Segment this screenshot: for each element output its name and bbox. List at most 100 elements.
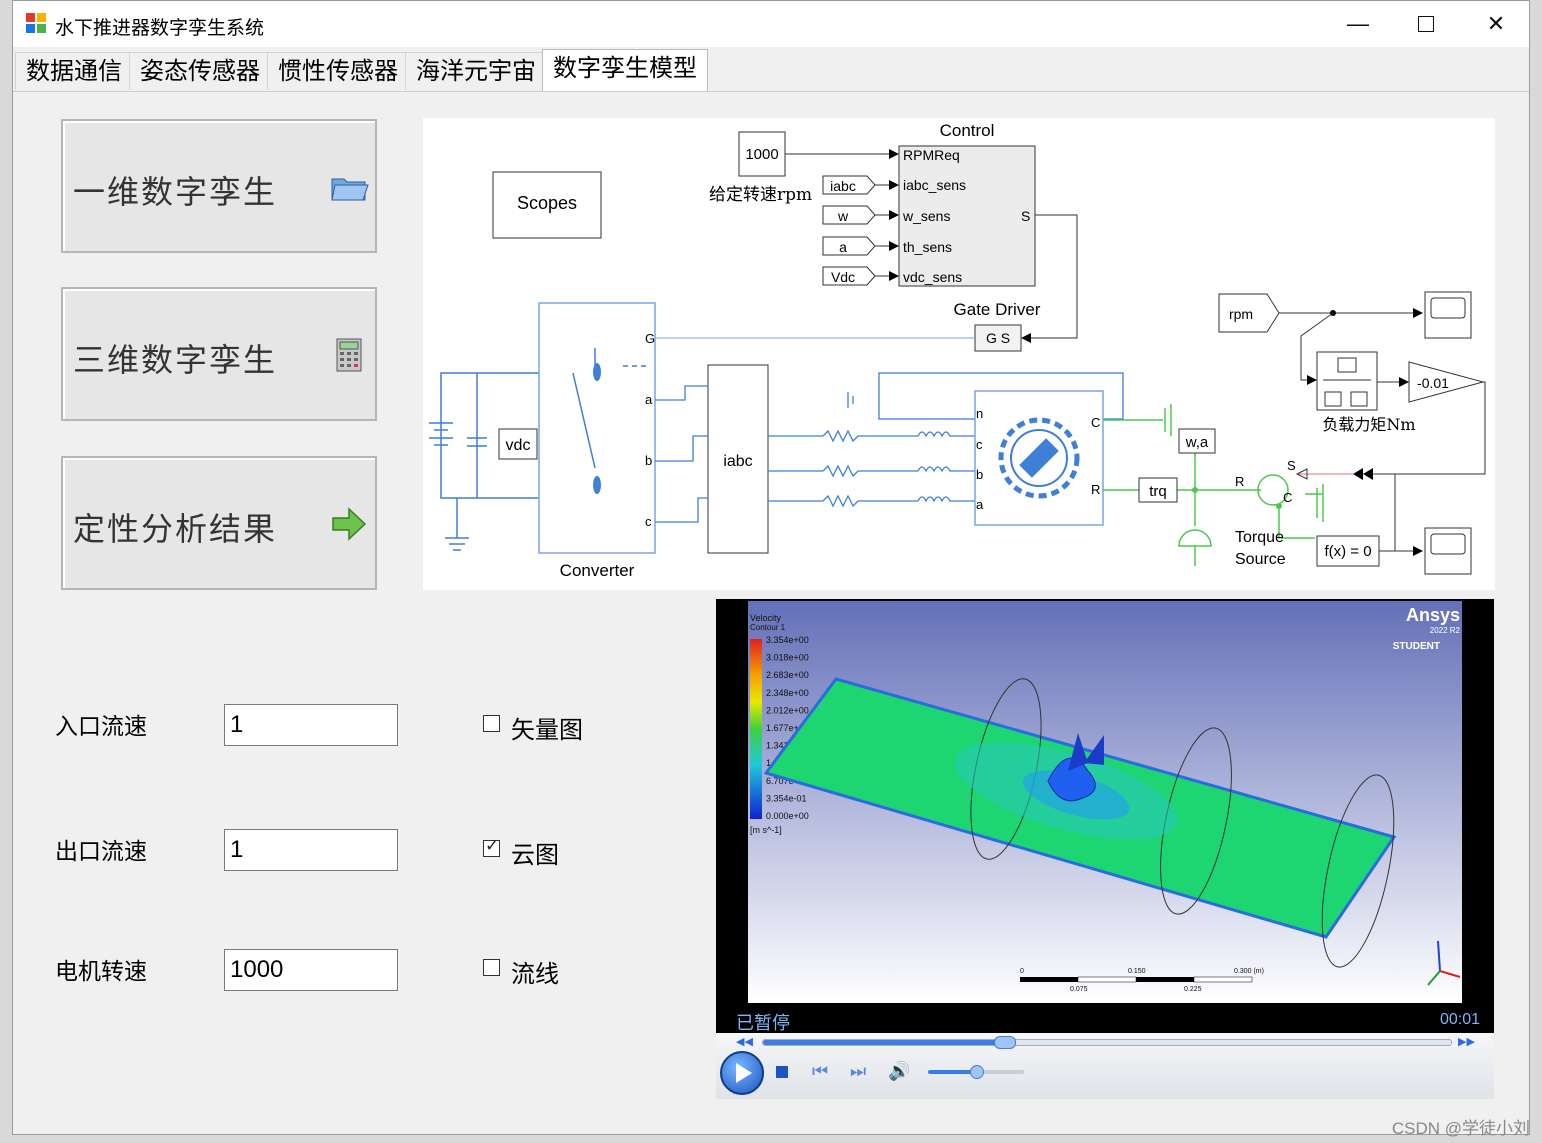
lookup-table-block[interactable] bbox=[1316, 351, 1378, 411]
previous-icon: ⏮ bbox=[812, 1061, 829, 1081]
converter-block[interactable] bbox=[538, 302, 656, 554]
stop-button[interactable] bbox=[776, 1066, 788, 1078]
gain-value: -0.01 bbox=[1417, 375, 1449, 391]
ansys-edition: STUDENT bbox=[1393, 641, 1440, 652]
dc-source bbox=[429, 372, 539, 551]
next-button[interactable]: ⏭ bbox=[850, 1061, 866, 1082]
tab-strip: 数据通信 姿态传感器 惯性传感器 海洋元宇宙 数字孪生模型 bbox=[13, 47, 1529, 92]
port-iabc-sens: iabc_sens bbox=[903, 177, 966, 193]
player-status: 已暂停 bbox=[736, 1013, 790, 1033]
contour-plot-label: 云图 bbox=[511, 842, 559, 869]
play-button[interactable] bbox=[720, 1051, 764, 1095]
vector-plot-checkbox[interactable] bbox=[483, 715, 500, 732]
legend-colorbar bbox=[750, 639, 762, 819]
tag-w: w bbox=[837, 208, 849, 224]
tab-ocean-metaverse[interactable]: 海洋元宇宙 bbox=[405, 52, 547, 90]
scopes-label: Scopes bbox=[517, 193, 577, 213]
torque-port-r: R bbox=[1235, 474, 1244, 489]
button-label: 一维数字孪生 bbox=[73, 173, 278, 211]
gate-driver-ports: G S bbox=[986, 330, 1010, 346]
tab-attitude-sensor[interactable]: 姿态传感器 bbox=[129, 52, 271, 90]
legend-value: 3.354e-01 bbox=[766, 793, 807, 803]
three-d-digital-twin-button[interactable]: 三维数字孪生 bbox=[61, 287, 377, 421]
tab-digital-twin-model[interactable]: 数字孪生模型 bbox=[542, 49, 708, 91]
legend-value: 2.683e+00 bbox=[766, 670, 809, 680]
motor-port-b: b bbox=[976, 467, 983, 482]
seek-forward-icon[interactable]: ▶▶ bbox=[1458, 1035, 1475, 1048]
legend-unit: [m s^-1] bbox=[750, 825, 782, 835]
volume-slider[interactable] bbox=[928, 1065, 1024, 1079]
scale-tick-1: 0.150 bbox=[1128, 968, 1146, 975]
converter-port-a: a bbox=[645, 392, 653, 407]
seek-progress bbox=[763, 1040, 1004, 1045]
legend-title: Velocity bbox=[750, 613, 782, 623]
converter-port-g: G bbox=[645, 331, 655, 346]
volume-thumb[interactable] bbox=[970, 1065, 984, 1079]
converter-port-c: c bbox=[645, 514, 652, 529]
outlet-velocity-input[interactable]: 1 bbox=[224, 829, 398, 871]
player-status-bar bbox=[716, 1003, 1494, 1033]
next-icon: ⏭ bbox=[850, 1061, 867, 1081]
ansys-version: 2022 R2 bbox=[1430, 626, 1461, 635]
player-time: 00:01 bbox=[1439, 1011, 1480, 1028]
motor-port-c: c bbox=[976, 437, 983, 452]
motor-speed-label: 电机转速 bbox=[55, 958, 147, 984]
scale-bar bbox=[1020, 976, 1253, 983]
torque-source-label-1: Torque bbox=[1235, 529, 1284, 546]
tab-inertial-sensor[interactable]: 惯性传感器 bbox=[267, 52, 409, 90]
gate-driver-title: Gate Driver bbox=[954, 300, 1041, 319]
motor-port-r-out: R bbox=[1091, 482, 1100, 497]
app-window: 水下推进器数字孪生系统 — ✕ 数据通信 姿态传感器 惯性传感器 海洋元宇宙 数… bbox=[12, 0, 1530, 1135]
torque-port-s: S bbox=[1287, 458, 1296, 473]
speaker-icon: 🔊 bbox=[888, 1061, 911, 1081]
previous-button[interactable]: ⏮ bbox=[812, 1061, 828, 1082]
cfd-video-frame[interactable]: Velocity Contour 1 3.354e+00 3.018e+00 2.6… bbox=[748, 601, 1462, 1003]
seek-slider[interactable] bbox=[762, 1036, 1452, 1049]
legend-value: 0.000e+00 bbox=[766, 811, 809, 821]
contour-plot-checkbox[interactable] bbox=[483, 836, 500, 857]
port-rpmreq: RPMReq bbox=[903, 147, 960, 163]
scale-tick-4: 0.225 bbox=[1184, 986, 1202, 993]
seek-back-icon[interactable]: ◀◀ bbox=[736, 1035, 753, 1048]
volume-button[interactable]: 🔊 bbox=[888, 1061, 910, 1082]
solver-label: f(x) = 0 bbox=[1324, 543, 1371, 560]
streamline-label: 流线 bbox=[511, 961, 559, 988]
ansys-logo: Ansys bbox=[1406, 605, 1460, 625]
close-button[interactable]: ✕ bbox=[1461, 1, 1531, 47]
qualitative-analysis-button[interactable]: 定性分析结果 bbox=[61, 456, 377, 590]
title-bar[interactable]: 水下推进器数字孪生系统 — ✕ bbox=[13, 1, 1529, 47]
converter-port-b: b bbox=[645, 453, 652, 468]
motor-speed-input[interactable]: 1000 bbox=[224, 949, 398, 991]
streamline-checkbox[interactable] bbox=[483, 959, 500, 976]
one-d-digital-twin-button[interactable]: 一维数字孪生 bbox=[61, 119, 377, 253]
minimize-button[interactable]: — bbox=[1323, 1, 1393, 47]
green-arrow-icon bbox=[332, 507, 367, 541]
watermark: CSDN @学徒小刘 bbox=[1391, 1119, 1530, 1138]
legend-value: 3.354e+00 bbox=[766, 635, 809, 645]
maximize-button[interactable] bbox=[1391, 1, 1461, 47]
rpm-label: 给定转速rpm bbox=[709, 185, 812, 205]
window-title: 水下推进器数字孪生系统 bbox=[55, 18, 265, 39]
button-label: 定性分析结果 bbox=[73, 510, 278, 548]
scale-tick-2: 0.300 (m) bbox=[1234, 968, 1264, 975]
scale-tick-3: 0.075 bbox=[1070, 986, 1088, 993]
folder-icon bbox=[331, 178, 369, 201]
tag-vdc: Vdc bbox=[831, 269, 855, 285]
minimize-icon: — bbox=[1347, 11, 1369, 36]
tab-data-communication[interactable]: 数据通信 bbox=[15, 52, 133, 90]
tag-iabc: iabc bbox=[830, 178, 856, 194]
torque-port-c: C bbox=[1283, 490, 1292, 505]
close-icon: ✕ bbox=[1486, 11, 1506, 36]
legend-value: 2.348e+00 bbox=[766, 688, 809, 698]
button-label: 三维数字孪生 bbox=[73, 341, 278, 379]
port-vdc-sens: vdc_sens bbox=[903, 269, 962, 285]
legend-subtitle: Contour 1 bbox=[750, 623, 786, 632]
seek-thumb[interactable] bbox=[993, 1036, 1016, 1049]
app-icon bbox=[26, 13, 46, 33]
tag-a: a bbox=[839, 239, 847, 255]
inlet-velocity-input[interactable]: 1 bbox=[224, 704, 398, 746]
simulink-diagram: Scopes 1000 给定转速rpm Control RPMReq iabc_… bbox=[423, 118, 1495, 590]
rpm-tag-label: rpm bbox=[1229, 306, 1253, 322]
vdc-label: vdc bbox=[506, 437, 531, 454]
load-torque-label: 负载力矩Nm bbox=[1322, 415, 1415, 434]
